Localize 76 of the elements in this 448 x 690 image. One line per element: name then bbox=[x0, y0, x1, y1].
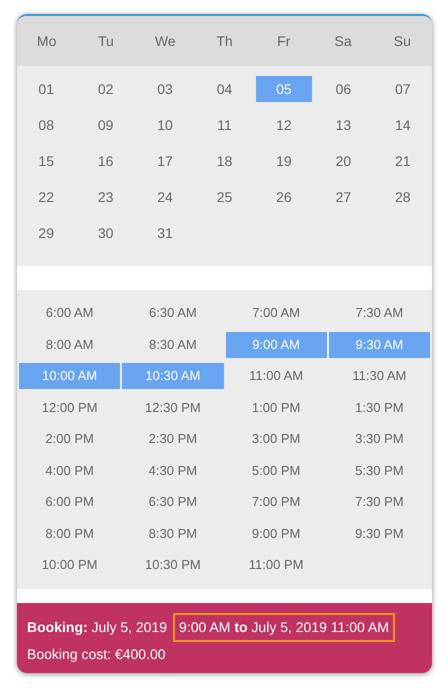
day-cell[interactable]: 30 bbox=[77, 220, 134, 246]
day-cell[interactable]: 21 bbox=[374, 148, 431, 174]
time-slot[interactable]: 8:00 PM bbox=[19, 520, 120, 546]
day-cell[interactable]: 12 bbox=[256, 112, 312, 138]
weekday-label: Mo bbox=[36, 32, 58, 50]
day-cell[interactable]: 25 bbox=[196, 184, 253, 210]
time-slot[interactable]: 6:30 AM bbox=[122, 300, 224, 326]
time-slot[interactable]: 5:00 PM bbox=[226, 458, 327, 484]
day-cell[interactable]: 22 bbox=[18, 184, 74, 210]
day-cell[interactable]: 14 bbox=[374, 112, 431, 138]
day-cell[interactable]: 09 bbox=[77, 112, 134, 138]
day-cell[interactable]: 31 bbox=[136, 220, 194, 246]
time-slot[interactable]: 7:00 AM bbox=[226, 300, 327, 326]
day-cell[interactable]: 04 bbox=[196, 76, 253, 102]
weekday-label: Fr bbox=[276, 32, 292, 50]
day-cell[interactable]: 26 bbox=[256, 184, 312, 210]
time-slot[interactable]: 8:30 PM bbox=[122, 520, 224, 546]
time-slot[interactable]: 11:00 AM bbox=[226, 363, 327, 389]
time-slot[interactable]: 9:30 AM bbox=[328, 332, 430, 358]
time-slot[interactable]: 7:00 PM bbox=[226, 489, 327, 515]
time-slot[interactable]: 1:30 PM bbox=[328, 394, 430, 420]
time-slot[interactable]: 2:00 PM bbox=[19, 426, 120, 452]
time-slot[interactable]: 9:30 PM bbox=[328, 520, 430, 546]
day-cell[interactable]: 08 bbox=[18, 112, 74, 138]
day-cell[interactable]: 20 bbox=[315, 148, 372, 174]
day-cell[interactable]: 03 bbox=[136, 76, 194, 102]
time-slot[interactable]: 4:30 PM bbox=[122, 458, 224, 484]
time-slot[interactable]: 2:30 PM bbox=[122, 426, 224, 452]
day-cell[interactable]: 19 bbox=[256, 148, 312, 174]
weekday-label: Tu bbox=[97, 32, 115, 50]
time-slot[interactable]: 10:00 PM bbox=[19, 552, 120, 578]
time-slot[interactable]: 7:30 AM bbox=[328, 300, 430, 326]
weekday-label: Th bbox=[215, 32, 234, 50]
time-slot[interactable]: 9:00 AM bbox=[226, 332, 327, 358]
booking-summary: Booking: July 5, 2019 bbox=[27, 618, 168, 637]
time-slot[interactable]: 3:00 PM bbox=[226, 426, 327, 452]
day-cell[interactable]: 02 bbox=[77, 76, 134, 102]
day-cell[interactable]: 27 bbox=[315, 184, 372, 210]
day-cell[interactable]: 17 bbox=[136, 148, 194, 174]
time-slot[interactable]: 11:00 PM bbox=[226, 552, 327, 578]
time-slot[interactable]: 12:00 PM bbox=[19, 394, 120, 420]
day-cell[interactable]: 15 bbox=[18, 148, 74, 174]
day-cell[interactable]: 28 bbox=[374, 184, 431, 210]
time-slot[interactable]: 8:30 AM bbox=[122, 332, 224, 358]
day-cell[interactable]: 01 bbox=[18, 76, 74, 102]
time-slot[interactable]: 10:30 PM bbox=[122, 552, 224, 578]
day-cell[interactable]: 06 bbox=[315, 76, 372, 102]
day-cell[interactable]: 07 bbox=[374, 76, 431, 102]
time-slot[interactable]: 6:00 PM bbox=[19, 489, 120, 515]
day-cell[interactable]: 16 bbox=[77, 148, 134, 174]
weekday-label: We bbox=[154, 32, 177, 50]
time-slot[interactable]: 4:00 PM bbox=[19, 458, 120, 484]
time-slot[interactable]: 11:30 AM bbox=[328, 363, 430, 389]
time-slot[interactable]: 12:30 PM bbox=[122, 394, 224, 420]
time-slot[interactable]: 3:30 PM bbox=[328, 426, 430, 452]
day-cell[interactable]: 24 bbox=[136, 184, 194, 210]
day-cell[interactable]: 23 bbox=[77, 184, 134, 210]
time-slot[interactable]: 9:00 PM bbox=[226, 520, 327, 546]
time-slot[interactable]: 8:00 AM bbox=[19, 332, 120, 358]
booking-range: 9:00 AM to July 5, 2019 11:00 AM bbox=[173, 613, 395, 642]
day-cell[interactable]: 10 bbox=[136, 112, 194, 138]
time-slot[interactable]: 10:00 AM bbox=[19, 363, 120, 389]
time-slot[interactable]: 7:30 PM bbox=[328, 489, 430, 515]
weekday-label: Su bbox=[392, 32, 412, 50]
day-cell[interactable]: 11 bbox=[196, 112, 253, 138]
time-slot[interactable]: 10:30 AM bbox=[122, 363, 224, 389]
day-cell[interactable]: 29 bbox=[18, 220, 74, 246]
time-slot[interactable]: 6:00 AM bbox=[19, 300, 120, 326]
weekday-label: Sa bbox=[334, 32, 353, 50]
time-slot[interactable]: 6:30 PM bbox=[122, 489, 224, 515]
time-slot[interactable]: 5:30 PM bbox=[328, 458, 430, 484]
day-cell[interactable]: 18 bbox=[196, 148, 253, 174]
day-cell[interactable]: 13 bbox=[315, 112, 372, 138]
booking-cost: Booking cost: €400.00 bbox=[27, 645, 167, 664]
time-slot[interactable]: 1:00 PM bbox=[226, 394, 327, 420]
day-cell[interactable]: 05 bbox=[256, 76, 312, 102]
